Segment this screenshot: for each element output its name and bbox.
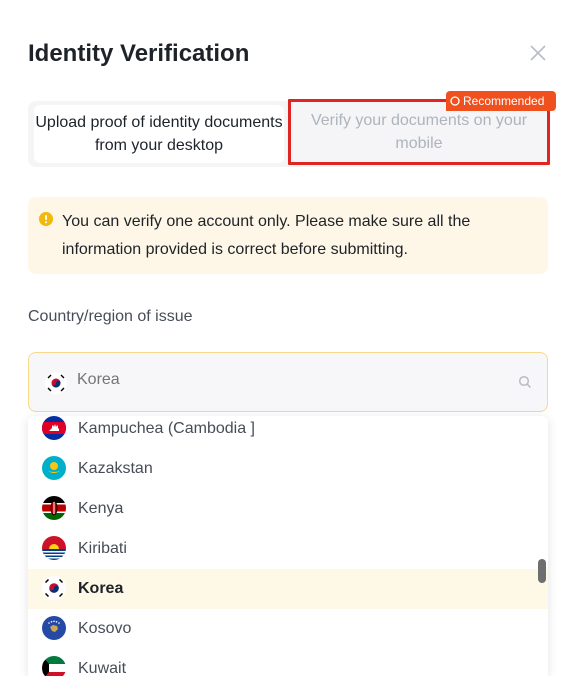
country-select[interactable] — [28, 352, 548, 412]
list-item[interactable]: Kosovo — [28, 609, 548, 649]
list-item[interactable]: Kuwait — [28, 649, 548, 676]
list-item[interactable]: Kiribati — [28, 529, 548, 569]
kuwait-flag-icon — [42, 656, 66, 676]
option-label: Kenya — [78, 500, 124, 517]
korea-flag-icon — [45, 372, 67, 394]
option-label: Kuwait — [78, 660, 127, 676]
option-label: Kosovo — [78, 620, 132, 637]
search-icon[interactable] — [518, 375, 532, 389]
option-label: Kazakstan — [78, 460, 153, 477]
thumb-icon — [450, 96, 460, 106]
list-item-selected[interactable]: Korea — [28, 569, 548, 609]
warning-notice: You can verify one account only. Please … — [28, 197, 548, 274]
option-label: Korea — [78, 580, 124, 597]
option-label: Kampuchea (Cambodia ] — [78, 420, 255, 437]
list-item[interactable]: Kampuchea (Cambodia ] — [28, 416, 548, 449]
list-item[interactable]: Kazakstan — [28, 449, 548, 489]
kenya-flag-icon — [42, 496, 66, 520]
recommended-badge-label: Recommended — [463, 94, 545, 108]
warning-icon — [39, 212, 53, 226]
kosovo-flag-icon — [42, 616, 66, 640]
recommended-badge: Recommended — [446, 91, 556, 111]
list-item[interactable]: Kenya — [28, 489, 548, 529]
page-title: Identity Verification — [28, 40, 250, 67]
notice-text: You can verify one account only. Please … — [62, 213, 471, 258]
list-scrollbar[interactable] — [538, 559, 546, 583]
close-icon[interactable] — [527, 42, 549, 64]
country-label: Country/region of issue — [28, 308, 193, 325]
tab-desktop-upload[interactable]: Upload proof of identity documents from … — [34, 105, 284, 163]
country-search-input[interactable] — [77, 371, 477, 389]
option-label: Kiribati — [78, 540, 127, 557]
kazakhstan-flag-icon — [42, 456, 66, 480]
korea-flag-icon — [42, 576, 66, 600]
kiribati-flag-icon — [42, 536, 66, 560]
cambodia-flag-icon — [42, 416, 66, 440]
country-dropdown-list[interactable]: Kampuchea (Cambodia ] Kazakstan Kenya Ki… — [28, 416, 548, 676]
